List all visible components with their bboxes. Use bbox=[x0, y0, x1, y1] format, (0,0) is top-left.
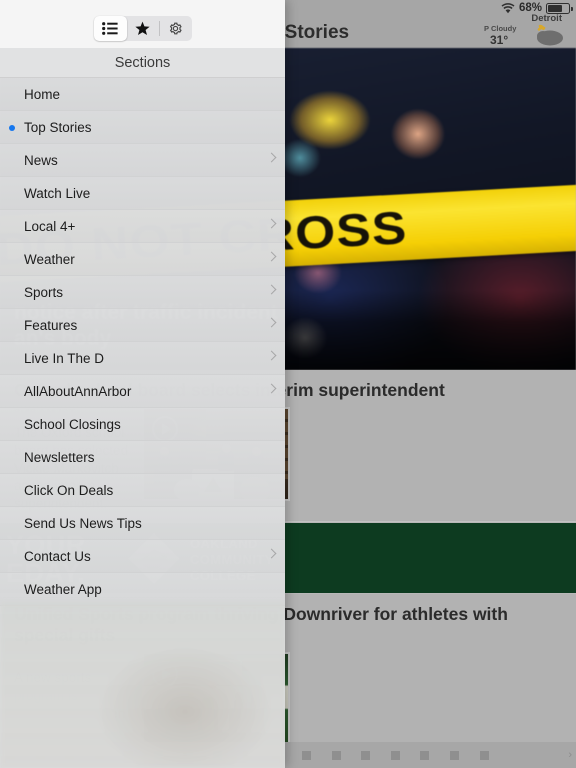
segment-divider bbox=[159, 21, 160, 36]
sidebar-item-watch-live[interactable]: Watch Live bbox=[0, 177, 285, 210]
sidebar-item-school-closings[interactable]: School Closings bbox=[0, 408, 285, 441]
sidebar-item-home[interactable]: Home bbox=[0, 78, 285, 111]
partly-cloudy-icon bbox=[537, 24, 563, 46]
drawer-empty-area bbox=[0, 602, 285, 768]
weather-condition: P Cloudy bbox=[484, 24, 517, 33]
sidebar-item-weather[interactable]: Weather bbox=[0, 243, 285, 276]
menu-item-label: Weather App bbox=[24, 581, 102, 597]
drawer-toolbar bbox=[0, 0, 285, 48]
tab-item[interactable] bbox=[331, 750, 341, 760]
sidebar-item-click-on-deals[interactable]: Click On Deals bbox=[0, 474, 285, 507]
sidebar-item-sports[interactable]: Sports bbox=[0, 276, 285, 309]
sidebar-item-top-stories[interactable]: Top Stories bbox=[0, 111, 285, 144]
menu-item-label: Local 4+ bbox=[24, 218, 76, 234]
drawer-menu-list: Home Top Stories News Watch Live Local 4… bbox=[0, 78, 285, 606]
menu-item-label: Sports bbox=[24, 284, 64, 300]
menu-item-label: AllAboutAnnArbor bbox=[24, 383, 132, 399]
sidebar-item-send-us-news-tips[interactable]: Send Us News Tips bbox=[0, 507, 285, 540]
menu-item-label: Click On Deals bbox=[24, 482, 114, 498]
menu-item-label: Watch Live bbox=[24, 185, 91, 201]
chevron-right-icon bbox=[266, 218, 277, 229]
chevron-right-icon bbox=[266, 152, 277, 163]
segment-sections[interactable] bbox=[94, 16, 127, 41]
drawer-header: Sections bbox=[0, 48, 285, 78]
gear-icon bbox=[169, 22, 182, 35]
chevron-right-icon bbox=[266, 284, 277, 295]
tab-bar-more-chevron-icon[interactable]: › bbox=[568, 749, 572, 761]
sidebar-item-contact-us[interactable]: Contact Us bbox=[0, 540, 285, 573]
tab-item[interactable] bbox=[361, 750, 371, 760]
menu-item-label: Live In The D bbox=[24, 350, 105, 366]
menu-item-label: Send Us News Tips bbox=[24, 515, 142, 531]
menu-item-label: Weather bbox=[24, 251, 75, 267]
tab-item[interactable] bbox=[390, 750, 400, 760]
weather-widget[interactable]: Detroit P Cloudy 31° bbox=[484, 13, 568, 48]
list-icon bbox=[102, 22, 118, 35]
chevron-right-icon bbox=[266, 350, 277, 361]
chevron-right-icon bbox=[266, 383, 277, 394]
menu-item-label: Home bbox=[24, 86, 61, 102]
menu-item-label: Features bbox=[24, 317, 78, 333]
sidebar-item-news[interactable]: News bbox=[0, 144, 285, 177]
sidebar-item-features[interactable]: Features bbox=[0, 309, 285, 342]
tab-item[interactable] bbox=[479, 750, 489, 760]
menu-item-label: Contact Us bbox=[24, 548, 91, 564]
app-root: 1:46 PM Wed 14 Dec 68% Top Stories Detro… bbox=[0, 0, 576, 768]
chevron-right-icon bbox=[266, 251, 277, 262]
sidebar-item-live-in-the-d[interactable]: Live In The D bbox=[0, 342, 285, 375]
battery-icon bbox=[546, 2, 573, 14]
sidebar-item-newsletters[interactable]: Newsletters bbox=[0, 441, 285, 474]
segment-favorites[interactable] bbox=[127, 16, 160, 41]
menu-item-label: School Closings bbox=[24, 416, 121, 432]
sections-drawer: Sections Home Top Stories News Watch Liv… bbox=[0, 0, 285, 768]
menu-item-label: Top Stories bbox=[24, 119, 92, 135]
wifi-icon bbox=[501, 2, 515, 13]
sidebar-item-allaboutannarbor[interactable]: AllAboutAnnArbor bbox=[0, 375, 285, 408]
star-icon bbox=[135, 21, 150, 35]
segment-settings[interactable] bbox=[159, 16, 192, 41]
selected-indicator-dot bbox=[9, 125, 15, 131]
menu-item-label: News bbox=[24, 152, 58, 168]
tab-item[interactable] bbox=[301, 750, 311, 760]
sidebar-item-local-4-plus[interactable]: Local 4+ bbox=[0, 210, 285, 243]
tab-item[interactable] bbox=[449, 750, 459, 760]
drawer-segmented-control[interactable] bbox=[94, 16, 192, 41]
weather-temperature: 31° bbox=[490, 33, 509, 47]
chevron-right-icon bbox=[266, 317, 277, 328]
tab-item[interactable] bbox=[420, 750, 430, 760]
menu-item-label: Newsletters bbox=[24, 449, 95, 465]
chevron-right-icon bbox=[266, 548, 277, 559]
